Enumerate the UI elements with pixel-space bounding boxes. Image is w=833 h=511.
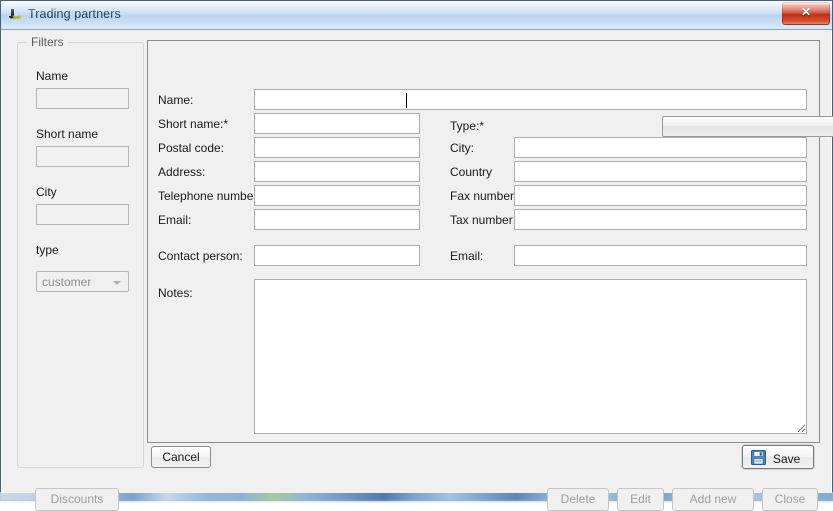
label-tax-number: Tax number: [450, 213, 517, 227]
floppy-disk-icon [751, 450, 766, 465]
label-short-name: Short name:* [158, 117, 229, 131]
filter-label-type: type [36, 243, 59, 257]
input-email-right[interactable] [514, 245, 807, 266]
input-country[interactable] [514, 161, 807, 182]
edit-button[interactable]: Edit [617, 488, 664, 511]
label-fax-number: Fax number: [450, 189, 518, 203]
input-address[interactable] [254, 161, 420, 182]
filter-label-name: Name [36, 69, 69, 83]
label-city: City: [450, 141, 474, 155]
delete-button[interactable]: Delete [547, 488, 609, 511]
label-name: Name: [158, 93, 194, 107]
partner-form-panel: Name: Short name:* Postal code: Address:… [147, 40, 833, 443]
close-window-button[interactable]: ✕ [782, 2, 830, 25]
label-notes: Notes: [158, 286, 193, 300]
window-titlebar[interactable]: Trading partners ✕ [1, 1, 832, 30]
filter-input-name[interactable] [36, 88, 129, 109]
chevron-down-icon [113, 281, 121, 285]
input-telephone-number[interactable] [254, 185, 420, 206]
save-button[interactable]: Save [742, 445, 814, 469]
type-dropdown[interactable] [662, 116, 833, 137]
input-fax-number[interactable] [514, 185, 807, 206]
input-short-name[interactable] [254, 113, 420, 134]
close-button-bottom[interactable]: Close [762, 488, 818, 511]
close-icon: ✕ [800, 5, 812, 19]
filter-type-dropdown[interactable]: customer [36, 271, 129, 292]
filter-input-short-name[interactable] [36, 146, 129, 167]
filter-type-selected-value: customer [42, 275, 92, 289]
input-email-left[interactable] [254, 209, 420, 230]
window-title: Trading partners [28, 7, 121, 21]
input-contact-person[interactable] [254, 245, 420, 266]
filter-label-city: City [36, 185, 57, 199]
filters-legend: Filters [27, 35, 68, 49]
filters-panel: Filters Name Short name City type custom… [17, 35, 144, 468]
label-contact-person: Contact person: [158, 249, 243, 263]
add-new-button[interactable]: Add new [672, 488, 754, 511]
label-address: Address: [158, 165, 206, 179]
label-telephone-number: Telephone number: [158, 189, 261, 203]
input-name[interactable] [254, 89, 807, 110]
input-city[interactable] [514, 137, 807, 158]
input-notes[interactable] [254, 279, 807, 434]
label-type: Type:* [450, 119, 485, 133]
save-button-label: Save [773, 452, 801, 466]
window-client-area: Filters Name Short name City type custom… [1, 30, 833, 511]
label-email-right: Email: [450, 249, 484, 263]
label-country: Country [450, 165, 493, 179]
cancel-button[interactable]: Cancel [151, 446, 211, 468]
discounts-button[interactable]: Discounts [35, 488, 119, 511]
filter-label-short-name: Short name [36, 127, 99, 141]
trading-partners-window: Trading partners ✕ Filters Name Short na… [0, 0, 833, 511]
label-email-left: Email: [158, 213, 192, 227]
filter-input-city[interactable] [36, 204, 129, 225]
input-postal-code[interactable] [254, 137, 420, 158]
label-postal-code: Postal code: [158, 141, 225, 155]
input-tax-number[interactable] [514, 209, 807, 230]
app-icon [7, 6, 25, 24]
text-caret [406, 93, 407, 108]
